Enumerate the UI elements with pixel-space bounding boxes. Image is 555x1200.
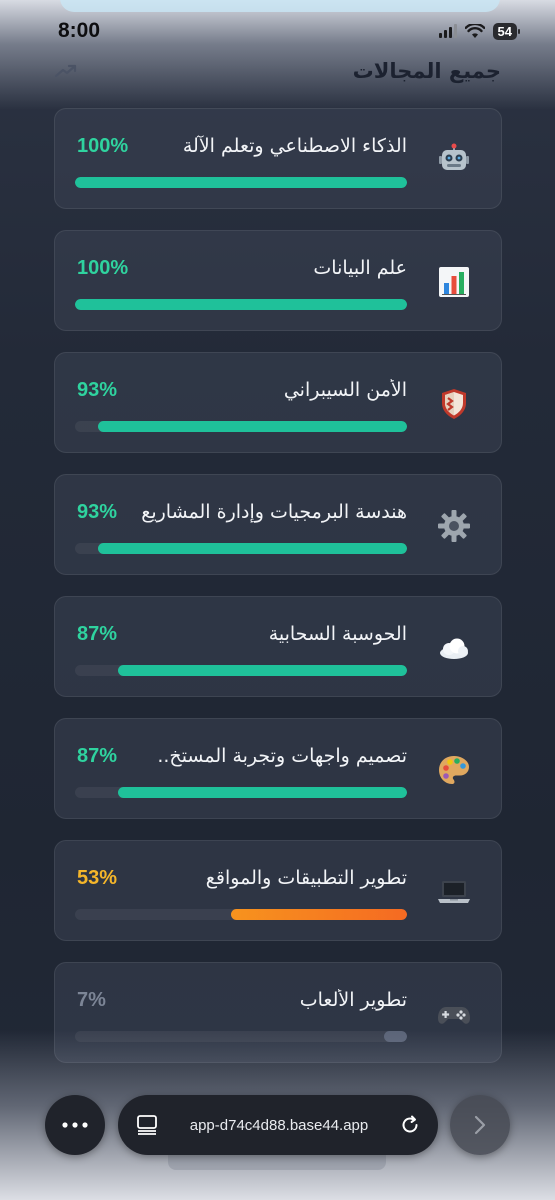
field-percent: 93%	[77, 379, 118, 401]
field-name: الأمن السيبراني	[283, 379, 407, 401]
battery-level: 54	[492, 22, 521, 40]
status-bar: 8:00 54	[0, 0, 555, 62]
progress-track	[75, 787, 407, 798]
progress-fill	[75, 177, 407, 188]
field-percent: 87%	[77, 623, 118, 645]
trend-up-icon	[54, 64, 77, 78]
robot-icon	[439, 143, 469, 170]
field-percent: 7%	[77, 989, 106, 1011]
progress-track	[75, 177, 407, 188]
chevron-right-icon	[474, 1115, 486, 1135]
field-name: هندسة البرمجيات وإدارة المشاريع	[141, 501, 407, 523]
url-text: app-d74c4d88.base44.app	[189, 1116, 369, 1134]
field-percent: 100%	[77, 135, 129, 157]
field-name: الحوسبة السحابية	[268, 623, 407, 645]
progress-fill	[98, 421, 407, 432]
section-header: جميع المجالات	[54, 56, 501, 86]
cloud-icon	[440, 638, 468, 659]
field-percent: 53%	[77, 867, 118, 889]
progress-track	[75, 543, 407, 554]
more-menu-button[interactable]	[45, 1095, 105, 1155]
field-name: تطوير الألعاب	[299, 989, 407, 1011]
cellular-signal-icon	[438, 24, 457, 38]
field-card-ai[interactable]: الذكاء الاصطناعي وتعلم الآلة 100%	[54, 108, 502, 209]
progress-track	[75, 299, 407, 310]
ellipsis-icon	[62, 1122, 88, 1128]
progress-fill	[118, 787, 407, 798]
field-card-software-engineering[interactable]: هندسة البرمجيات وإدارة المشاريع 93%	[54, 474, 502, 575]
palette-icon	[439, 756, 469, 784]
laptop-icon	[438, 881, 470, 903]
status-time: 8:00	[58, 19, 101, 42]
fields-list: الذكاء الاصطناعي وتعلم الآلة 100% علم ال…	[54, 108, 502, 1084]
bar-chart-icon	[439, 267, 469, 297]
field-percent: 93%	[77, 501, 118, 523]
field-card-cybersecurity[interactable]: الأمن السيبراني 93%	[54, 352, 502, 453]
section-title: جميع المجالات	[352, 59, 501, 83]
gamepad-icon	[438, 1007, 470, 1024]
field-card-ui-ux[interactable]: تصميم واجهات وتجربة المستخ.. 87%	[54, 718, 502, 819]
field-name: الذكاء الاصطناعي وتعلم الآلة	[182, 135, 407, 157]
address-bar[interactable]: app-d74c4d88.base44.app	[118, 1095, 438, 1155]
wifi-icon	[464, 23, 485, 38]
progress-fill	[98, 543, 407, 554]
progress-track	[75, 421, 407, 432]
progress-track	[75, 909, 407, 920]
reload-icon[interactable]	[400, 1115, 420, 1135]
shield-icon	[442, 389, 466, 419]
field-name: تصميم واجهات وتجربة المستخ..	[157, 745, 407, 767]
status-icons: 54	[438, 22, 521, 40]
field-percent: 100%	[77, 257, 129, 279]
field-name: تطوير التطبيقات والمواقع	[205, 867, 407, 889]
progress-fill	[75, 299, 407, 310]
page-tabs-icon	[137, 1115, 157, 1135]
progress-fill	[231, 909, 407, 920]
forward-button[interactable]	[450, 1095, 510, 1155]
progress-fill	[118, 665, 407, 676]
browser-toolbar: app-d74c4d88.base44.app	[0, 1093, 555, 1157]
field-card-app-web-dev[interactable]: تطوير التطبيقات والمواقع 53%	[54, 840, 502, 941]
field-card-data-science[interactable]: علم البيانات 100%	[54, 230, 502, 331]
progress-track	[75, 665, 407, 676]
gear-icon	[438, 510, 470, 542]
field-card-cloud-computing[interactable]: الحوسبة السحابية 87%	[54, 596, 502, 697]
field-percent: 87%	[77, 745, 118, 767]
field-name: علم البيانات	[313, 257, 407, 279]
